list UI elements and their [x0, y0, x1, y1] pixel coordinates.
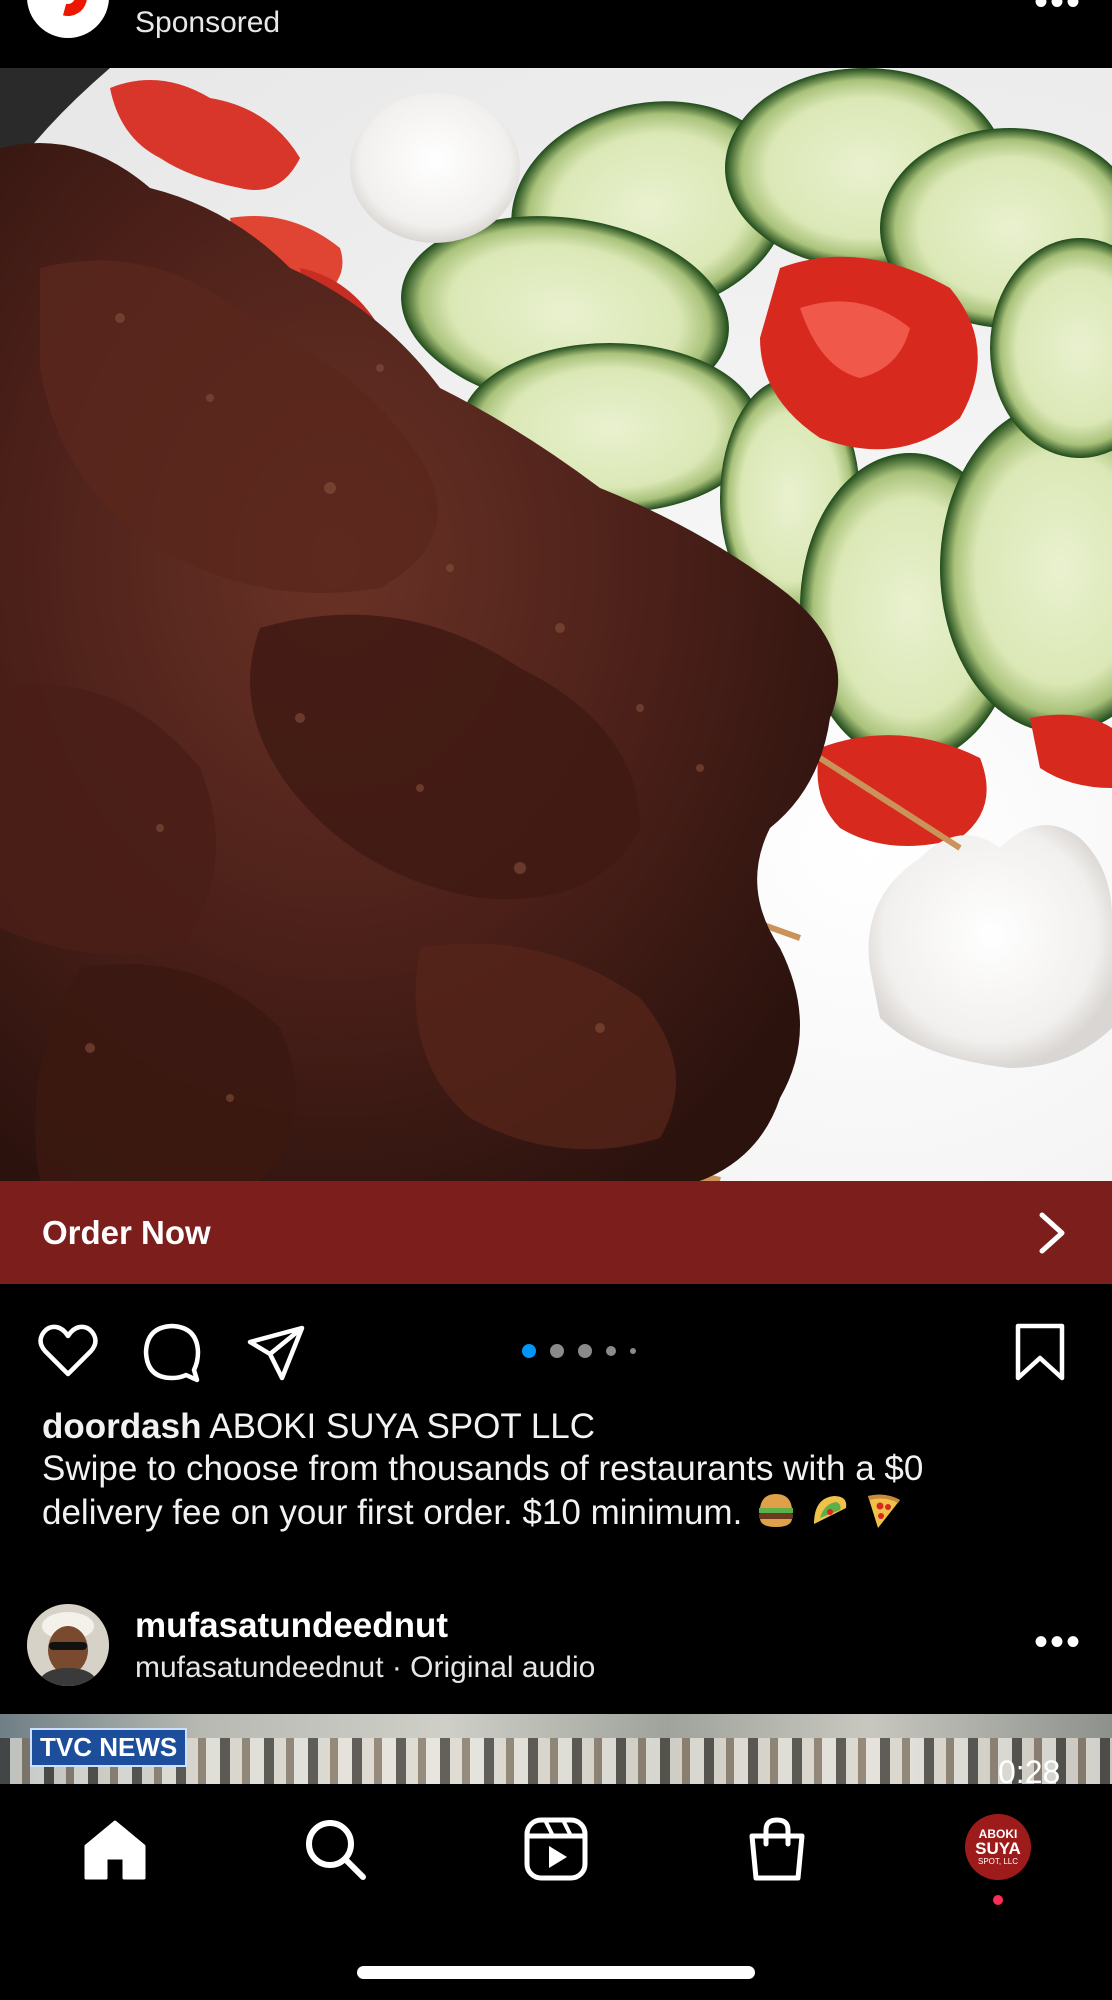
carousel-dot [630, 1348, 636, 1354]
post-image[interactable] [0, 68, 1112, 1181]
profile-avatar[interactable]: ABOKI SUYA SPOT, LLC [965, 1814, 1031, 1880]
next-post-header: mufasatundeednut mufasatundeednut · Orig… [0, 1594, 1112, 1714]
search-icon[interactable] [300, 1814, 370, 1884]
pizza-emoji-icon [867, 1494, 900, 1528]
next-post-audio[interactable]: mufasatundeednut · Original audio [135, 1651, 595, 1685]
reels-icon[interactable] [521, 1814, 591, 1884]
video-timer: 0:28 [998, 1754, 1061, 1784]
bottom-nav: ABOKI SUYA SPOT, LLC [0, 1784, 1112, 2000]
carousel-indicator [522, 1344, 636, 1358]
chevron-right-icon [1039, 1212, 1065, 1253]
profile-badge-line2: SUYA [975, 1839, 1021, 1858]
save-bookmark-icon[interactable] [1008, 1320, 1072, 1384]
carousel-dot [550, 1344, 564, 1358]
post-actions [0, 1310, 1112, 1390]
caption-username[interactable]: doordash [42, 1407, 201, 1446]
comment-icon[interactable] [140, 1320, 204, 1384]
shop-icon[interactable] [742, 1814, 812, 1884]
home-indicator[interactable] [357, 1966, 755, 1979]
post-header: Sponsored ••• [0, 0, 1112, 68]
caption-line-1: Swipe to choose from thousands of restau… [42, 1449, 924, 1488]
taco-emoji-icon [813, 1496, 847, 1524]
mufasatundeednut-avatar[interactable] [27, 1604, 109, 1686]
home-icon[interactable] [80, 1814, 150, 1884]
caption-line-2: delivery fee on your first order. $10 mi… [42, 1493, 743, 1532]
next-post-username[interactable]: mufasatundeednut [135, 1606, 448, 1646]
more-options-icon[interactable]: ••• [1034, 1620, 1082, 1665]
more-options-icon[interactable]: ••• [1034, 0, 1082, 25]
carousel-dot [606, 1346, 616, 1356]
caption-headline: ABOKI SUYA SPOT LLC [209, 1407, 596, 1446]
next-post-video[interactable]: TVC NEWS 0:28 [0, 1714, 1112, 1784]
share-send-icon[interactable] [244, 1320, 308, 1384]
video-overlay-logo: TVC NEWS [30, 1728, 188, 1767]
profile-badge-line3: SPOT, LLC [977, 1857, 1018, 1866]
suya-food-illustration [0, 68, 1112, 1181]
carousel-dot-active [522, 1344, 536, 1358]
sponsored-label: Sponsored [135, 6, 281, 39]
order-now-button[interactable]: Order Now [0, 1181, 1112, 1284]
burger-emoji-icon [759, 1494, 794, 1527]
notification-dot [993, 1895, 1003, 1905]
doordash-logo-icon [42, 0, 94, 23]
person-avatar-icon [27, 1604, 109, 1686]
like-heart-icon[interactable] [36, 1320, 100, 1384]
carousel-dot [578, 1344, 592, 1358]
order-now-label: Order Now [42, 1213, 211, 1251]
post-caption: doordash ABOKI SUYA SPOT LLC Swipe to ch… [42, 1406, 1072, 1534]
doordash-avatar[interactable] [27, 0, 109, 38]
